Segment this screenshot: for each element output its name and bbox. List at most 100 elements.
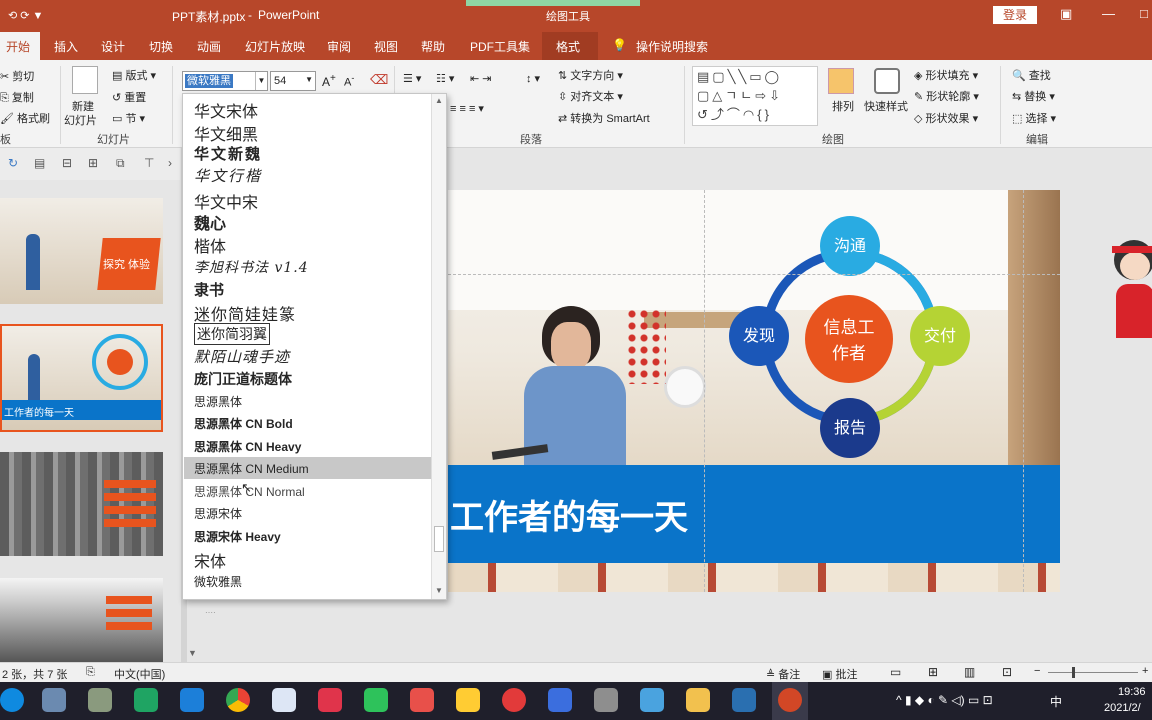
app-icon[interactable] xyxy=(134,688,158,712)
slideshow-view-icon[interactable]: ⊡ xyxy=(1002,665,1012,679)
distribute-icon[interactable]: ⧉ xyxy=(116,156,125,171)
powerpoint-icon[interactable] xyxy=(778,688,802,712)
more-icon[interactable]: › xyxy=(168,156,172,170)
app-icon[interactable] xyxy=(640,688,664,712)
notes-placeholder[interactable]: ‥‥ xyxy=(205,606,445,624)
find-button[interactable]: 🔍 查找 xyxy=(1012,67,1051,83)
scrollbar-thumb[interactable] xyxy=(434,526,444,552)
font-item[interactable]: 微软雅黑 xyxy=(194,573,242,590)
cut-button[interactable]: ✂ 剪切 xyxy=(0,68,34,84)
font-item-selected[interactable]: 思源黑体 CN Medium xyxy=(194,460,309,477)
shape-outline-button[interactable]: ✎ 形状轮廓 ▾ xyxy=(914,88,979,104)
font-item[interactable]: 思源黑体 CN Bold xyxy=(194,415,293,432)
tab-review[interactable]: 审阅 xyxy=(327,38,351,55)
zoom-out-icon[interactable]: − xyxy=(1034,665,1040,677)
clock-date[interactable]: 2021/2/ xyxy=(1104,702,1141,714)
grow-font-icon[interactable]: A+ xyxy=(322,73,336,89)
arrange-icon[interactable] xyxy=(828,68,854,94)
node-top[interactable]: 沟通 xyxy=(820,216,880,276)
tray-icons[interactable]: ^ ▮ ◆ ◐ ✎ ◁) ▭ ⊡ xyxy=(896,693,993,707)
line-spacing-icon[interactable]: ↕ ▾ xyxy=(526,72,540,85)
font-item[interactable]: 楷体 xyxy=(194,233,226,257)
section-button[interactable]: ▭ 节 ▾ xyxy=(112,110,145,126)
scroll-down-icon[interactable]: ▼ xyxy=(188,648,197,658)
new-slide-icon[interactable] xyxy=(72,66,98,94)
font-item[interactable]: 思源宋体 Heavy xyxy=(194,528,281,545)
font-item[interactable]: 迷你简羽翼 xyxy=(194,323,270,345)
select-button[interactable]: ⬚ 选择 ▾ xyxy=(1012,110,1056,126)
font-item[interactable]: 默陌山魂手迹 xyxy=(194,346,290,367)
scroll-up-icon[interactable]: ▲ xyxy=(435,96,443,105)
copy-button[interactable]: ⎘ 复制 xyxy=(0,89,34,105)
language[interactable]: 中文(中国) xyxy=(114,666,165,682)
align-icons[interactable]: ≡ ≡ ≡ ▾ xyxy=(450,102,484,115)
clock-time[interactable]: 19:36 xyxy=(1118,686,1146,698)
slide-thumbnail-4[interactable] xyxy=(0,578,163,662)
node-right[interactable]: 交付 xyxy=(910,306,970,366)
indent-icons[interactable]: ⇤ ⇥ xyxy=(470,72,492,85)
font-item[interactable]: 华文行楷 xyxy=(194,165,262,186)
chevron-down-icon[interactable]: ▼ xyxy=(255,72,267,90)
refresh-icon[interactable]: ↻ xyxy=(8,156,18,170)
tab-animations[interactable]: 动画 xyxy=(197,38,221,55)
slide-title[interactable]: 工作者的每一天 xyxy=(450,490,688,539)
scroll-down-icon[interactable]: ▼ xyxy=(435,586,443,595)
font-item[interactable]: 庞门正道标题体 xyxy=(194,369,292,389)
app-icon[interactable] xyxy=(502,688,526,712)
center-node[interactable]: 信息工 作者 xyxy=(805,295,893,383)
font-name-input[interactable]: 微软雅黑 xyxy=(185,74,233,88)
reading-view-icon[interactable]: ▥ xyxy=(964,665,975,679)
node-left[interactable]: 发现 xyxy=(729,306,789,366)
font-item[interactable]: 思源黑体 xyxy=(194,393,242,410)
app-icon[interactable] xyxy=(88,688,112,712)
minimize-icon[interactable]: — xyxy=(1102,6,1115,21)
align-center-icon[interactable]: ⊟ xyxy=(62,156,72,170)
shape-fill-button[interactable]: ◈ 形状填充 ▾ xyxy=(914,67,978,83)
tab-insert[interactable]: 插入 xyxy=(54,38,78,55)
format-painter-button[interactable]: 🖌 格式刷 xyxy=(0,110,50,126)
font-item[interactable]: 思源黑体 CN Heavy xyxy=(194,438,301,455)
replace-button[interactable]: ⇆ 替换 ▾ xyxy=(1012,88,1055,104)
ribbon-display-icon[interactable]: ▣ xyxy=(1060,6,1072,22)
shape-effects-button[interactable]: ◇ 形状效果 ▾ xyxy=(914,110,978,126)
clear-format-icon[interactable]: ⌫ xyxy=(370,72,388,88)
font-name-combo[interactable]: 微软雅黑 ▼ xyxy=(182,71,268,91)
slide-thumbnail-3[interactable] xyxy=(0,452,163,556)
font-item[interactable]: 宋体 xyxy=(194,548,226,572)
login-button[interactable]: 登录 xyxy=(993,6,1037,24)
chrome-icon[interactable] xyxy=(226,688,250,712)
zoom-slider-thumb[interactable] xyxy=(1072,667,1075,678)
app-icon[interactable] xyxy=(42,688,66,712)
shapes-gallery[interactable]: ▤▢╲╲▭◯ ▢△ㄱㄴ⇨⇩ ↺⤴⌒◠{} xyxy=(692,66,818,126)
ime-indicator[interactable]: 中 xyxy=(1050,693,1062,710)
tab-slideshow[interactable]: 幻灯片放映 xyxy=(245,38,305,55)
font-item[interactable]: 华文宋体 xyxy=(194,98,258,122)
spellcheck-icon[interactable]: ⎘ xyxy=(86,666,95,679)
edge-icon[interactable] xyxy=(0,688,24,712)
font-size-input[interactable]: 54 xyxy=(274,75,286,87)
quick-styles-icon[interactable] xyxy=(874,68,900,94)
numbering-icon[interactable]: ☷ ▾ xyxy=(436,72,454,85)
wechat-icon[interactable] xyxy=(364,688,388,712)
align-text-button[interactable]: ⇳ 对齐文本 ▾ xyxy=(558,88,623,104)
font-item[interactable]: 李旭科书法 v1.4 xyxy=(194,257,309,277)
app-icon[interactable] xyxy=(410,688,434,712)
shrink-font-icon[interactable]: A- xyxy=(344,73,354,89)
slide-thumbnail-1[interactable]: 探究 体验 xyxy=(0,198,163,304)
font-item[interactable]: 思源宋体 xyxy=(194,505,242,522)
layout-button[interactable]: ▤ 版式 ▾ xyxy=(112,67,156,83)
font-size-combo[interactable]: 54 ▼ xyxy=(270,71,316,91)
app-icon[interactable] xyxy=(318,688,342,712)
arrange-label[interactable]: 排列 xyxy=(832,98,854,114)
smartart-button[interactable]: ⇄ 转换为 SmartArt xyxy=(558,110,650,126)
zoom-slider[interactable] xyxy=(1048,672,1138,673)
align-top-icon[interactable]: ⊤ xyxy=(144,156,154,170)
font-item[interactable]: 魏心 xyxy=(194,210,226,234)
font-item[interactable]: 隶书 xyxy=(194,279,224,300)
tell-me-search[interactable]: 操作说明搜索 xyxy=(636,38,708,55)
sorter-view-icon[interactable]: ⊞ xyxy=(928,665,938,679)
app-icon[interactable] xyxy=(180,688,204,712)
notes-button[interactable]: ≜ 备注 xyxy=(766,666,800,682)
quick-access-icons[interactable]: ⟲ ⟳ ▼ xyxy=(8,9,43,22)
slide-thumbnail-2[interactable]: 工作者的每一天 xyxy=(0,324,163,432)
